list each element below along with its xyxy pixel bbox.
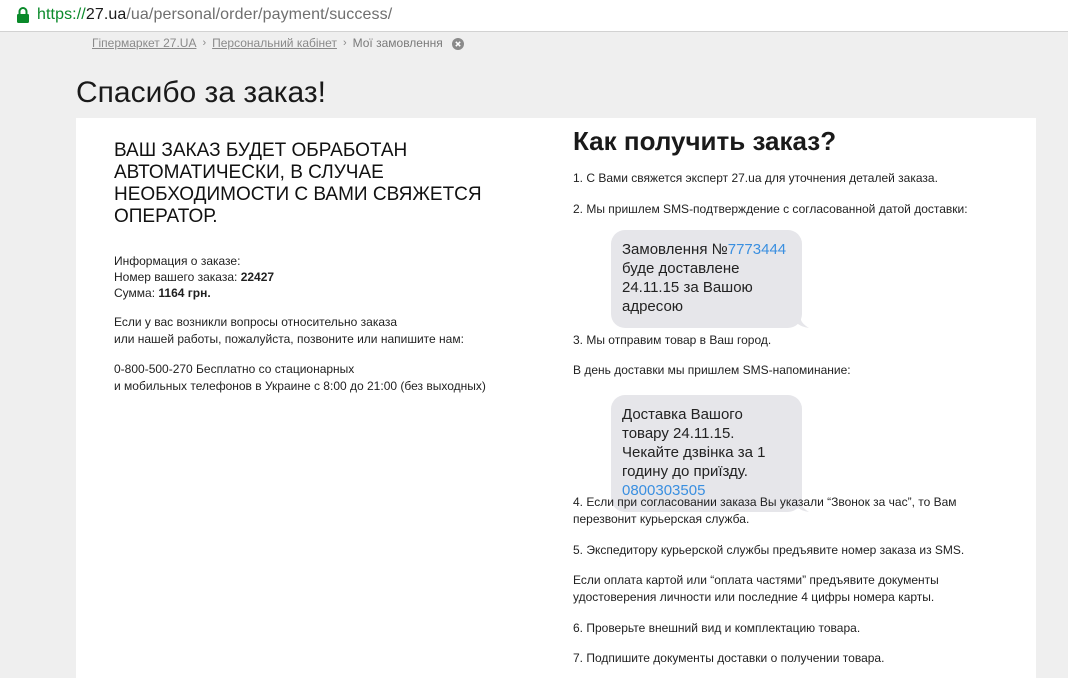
breadcrumb-link-cabinet[interactable]: Персональний кабінет (212, 36, 337, 50)
url-path: /ua/personal/order/payment/success/ (126, 6, 393, 23)
lock-icon (17, 7, 29, 23)
order-number-label: Номер вашего заказа: (114, 270, 238, 284)
sms-order-number[interactable]: 7773444 (728, 241, 786, 258)
sms-order-text: буде доставлене 24.11.15 за Вашою адресо… (622, 260, 753, 315)
step-6: 6. Проверьте внешний вид и комплектацию … (573, 621, 861, 635)
step-1: 1. С Вами свяжется эксперт 27.ua для уто… (573, 171, 938, 185)
page-title: Спасибо за заказ! (76, 76, 326, 109)
delivery-title: Как получить заказ? (573, 126, 837, 156)
order-info-column: ВАШ ЗАКАЗ БУДЕТ ОБРАБОТАН АВТОМАТИЧЕСКИ,… (114, 140, 514, 395)
order-sum-value: 1164 грн. (158, 286, 211, 300)
questions-line: Если у вас возникли вопросы относительно… (114, 315, 398, 329)
order-info: Информация о заказе: Номер вашего заказа… (114, 253, 514, 301)
address-bar[interactable]: https://27.ua/ua/personal/order/payment/… (0, 0, 1068, 32)
sms-reminder-text: Доставка Вашого товару 24.11.15. Чекайте… (622, 406, 766, 480)
card-note-line: Если оплата картой или “оплата частями” … (573, 573, 939, 587)
questions-line: или нашей работы, пожалуйста, позвоните … (114, 332, 464, 346)
order-number-line: Номер вашего заказа: 22427 (114, 269, 514, 285)
url-text[interactable]: https://27.ua/ua/personal/order/payment/… (37, 6, 392, 24)
order-success-card: ВАШ ЗАКАЗ БУДЕТ ОБРАБОТАН АВТОМАТИЧЕСКИ,… (76, 118, 1036, 678)
reminder-text: В день доставки мы пришлем SMS-напоминан… (573, 363, 851, 377)
delivery-instructions: Как получить заказ? 1. С Вами свяжется э… (573, 126, 1003, 665)
step-4-line: 4. Если при согласовании заказа Вы указа… (573, 495, 957, 509)
card-payment-note: Если оплата картой или “оплата частями” … (573, 572, 939, 606)
step-4: 4. Если при согласовании заказа Вы указа… (573, 494, 957, 528)
order-number-value: 22427 (240, 270, 275, 284)
url-host: 27.ua (85, 6, 127, 23)
order-info-label: Информация о заказе: (114, 254, 241, 268)
phone-line: 0-800-500-270 Бесплатно со стационарных (114, 362, 355, 376)
order-sum-label: Сумма: (114, 286, 156, 300)
card-note-line: удостоверения личности или последние 4 ц… (573, 590, 935, 604)
close-icon[interactable] (451, 38, 464, 50)
step-3: 3. Мы отправим товар в Ваш город. (573, 333, 772, 347)
breadcrumb-separator: › (342, 37, 347, 49)
step-2: 2. Мы пришлем SMS-подтверждение с соглас… (573, 202, 968, 216)
breadcrumb-current: Мої замовлення (352, 36, 443, 50)
questions-text: Если у вас возникли вопросы относительно… (114, 314, 514, 348)
phone-line: и мобильных телефонов в Украине с 8:00 д… (114, 379, 486, 393)
url-scheme: https:// (37, 6, 86, 23)
contact-phone: 0-800-500-270 Бесплатно со стационарных … (114, 361, 514, 395)
breadcrumb-link-home[interactable]: Гіпермаркет 27.UA (92, 36, 196, 50)
sms-confirmation-bubble: Замовлення №7773444 буде доставлене 24.1… (611, 230, 809, 328)
step-7: 7. Подпишите документы доставки о получе… (573, 651, 885, 665)
breadcrumb: Гіпермаркет 27.UA › Персональний кабінет… (92, 36, 464, 50)
step-4-line: перезвонит курьерская служба. (573, 512, 750, 526)
step-5: 5. Экспедитору курьерской службы предъяв… (573, 543, 965, 557)
sms-order-prefix: Замовлення № (622, 241, 728, 258)
processing-headline: ВАШ ЗАКАЗ БУДЕТ ОБРАБОТАН АВТОМАТИЧЕСКИ,… (114, 140, 482, 227)
order-sum-line: Сумма: 1164 грн. (114, 285, 514, 301)
bubble-tail (793, 316, 809, 328)
breadcrumb-separator: › (202, 37, 207, 49)
